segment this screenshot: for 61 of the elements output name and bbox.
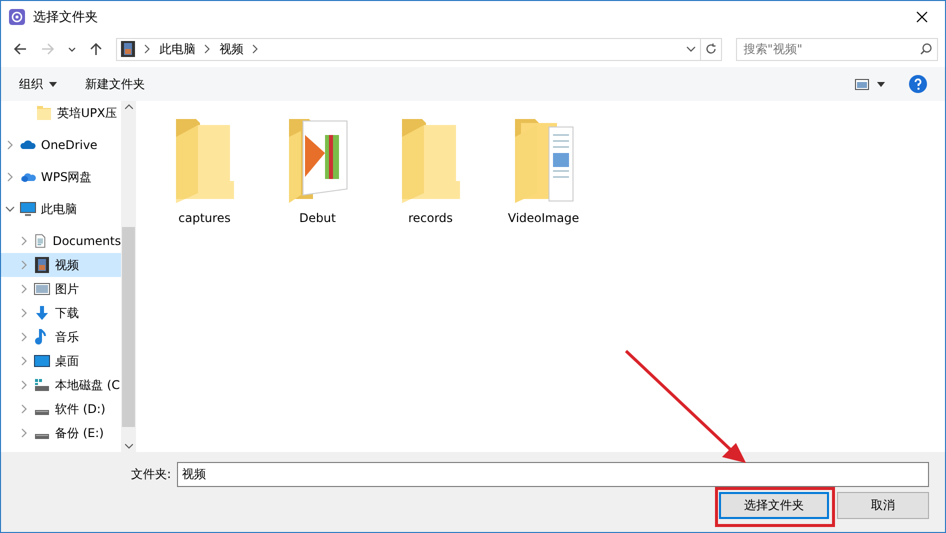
computer-icon [20,201,36,217]
caret-icon [68,46,76,52]
folder-icon [36,105,52,121]
sidebar-item[interactable]: 图片 [1,277,121,301]
right-arrow-icon [40,42,55,56]
scroll-up-icon [124,104,132,109]
breadcrumb[interactable]: 视频 [219,40,244,58]
sidebar-item[interactable]: 视频 [1,253,121,277]
refresh-icon [704,43,717,55]
organize-button[interactable]: 组织 [19,76,57,92]
caret-icon [877,82,885,86]
sidebar-item[interactable]: 下载 [1,301,121,325]
chevron-icon [143,44,152,54]
folder-item[interactable]: VideoImage [487,115,600,225]
sidebar-item[interactable]: 软件 (D:) [1,397,121,421]
folder-item[interactable]: records [374,115,487,225]
sidebar-item[interactable]: 英培UPX压 [1,101,121,125]
sidebar-item[interactable]: 备份 (E:) [1,421,121,445]
video-icon [121,41,136,57]
picture-icon [34,281,50,297]
folder-name-field[interactable]: 视频 [177,462,929,487]
caret-icon [49,82,57,86]
chevron-icon [203,44,212,54]
scroll-down-icon [124,444,132,449]
folder-item[interactable]: captures [148,115,261,225]
left-arrow-icon [12,42,27,56]
drive-icon [34,410,50,414]
sidebar-item[interactable]: 本地磁盘 (C [1,373,121,397]
sidebar-item[interactable]: 音乐 [1,325,121,349]
cancel-button[interactable]: 取消 [837,492,929,519]
up-arrow-icon [88,42,103,56]
sidebar-item[interactable]: Documents [1,229,121,253]
breadcrumb[interactable]: 此电脑 [159,40,196,58]
monitor-icon [34,353,50,369]
sidebar-item[interactable]: 桌面 [1,349,121,373]
folder-item[interactable]: Debut [261,115,374,225]
picture-icon [855,78,869,90]
address-bar[interactable]: 此电脑 视频 [116,38,700,60]
refresh-button[interactable] [700,38,722,60]
sidebar-item[interactable]: 此电脑 [1,197,121,221]
search-field[interactable]: 搜索"视频" [736,38,938,60]
new-folder-button[interactable]: 新建文件夹 [85,76,145,92]
drive-icon [34,434,50,438]
down-arrow-icon [34,305,50,321]
close-icon [916,11,928,23]
window-title: 选择文件夹 [33,9,99,26]
help-button[interactable] [909,75,927,93]
sidebar-item[interactable]: OneDrive [1,133,121,157]
film-icon [34,257,50,273]
app-icon [9,9,25,25]
chevron-icon [251,44,260,54]
select-folder-button[interactable]: 选择文件夹 [719,492,829,519]
folder-label: 文件夹: [131,466,172,483]
dropdown-icon [686,45,696,53]
scrollbar-thumb[interactable] [122,227,135,427]
help-icon [909,75,927,93]
sidebar-item[interactable]: WPS网盘 [1,165,121,189]
scrollbar[interactable] [121,101,136,452]
view-button[interactable] [855,78,885,90]
document-icon [33,233,48,249]
drive-icon [34,377,50,393]
